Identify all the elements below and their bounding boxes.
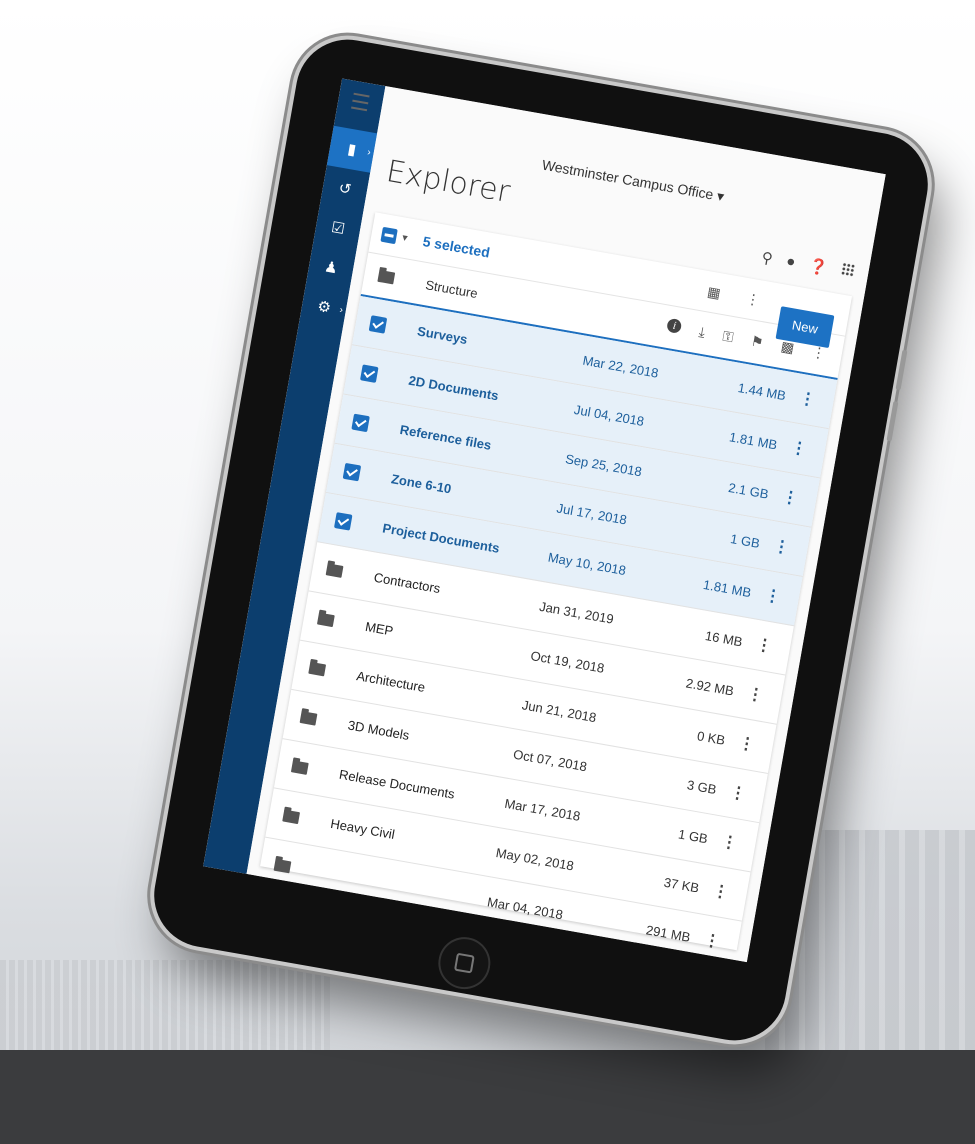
file-name[interactable]: Project Documents — [381, 520, 541, 563]
help-icon[interactable]: ❓ — [808, 257, 830, 277]
tag-icon[interactable]: ⚑ — [749, 333, 765, 352]
menu-icon[interactable] — [351, 92, 370, 112]
row-checkbox[interactable] — [342, 462, 362, 481]
background-floor — [0, 1050, 975, 1144]
row-checkbox[interactable] — [334, 511, 353, 531]
folder-icon — [299, 710, 318, 726]
clipboard-icon: ☑ — [329, 218, 347, 239]
folder-icon — [308, 661, 327, 676]
file-date: Jan 31, 2019 — [538, 598, 615, 627]
file-name[interactable]: Reference files — [399, 422, 559, 465]
file-size: 2.92 MB — [684, 675, 735, 699]
more-vert-icon[interactable]: ⋮ — [772, 537, 791, 557]
file-size: 1.81 MB — [728, 429, 779, 453]
file-name[interactable]: Surveys — [416, 323, 576, 366]
download-icon[interactable]: ⤓ — [697, 323, 707, 341]
file-size: 1 GB — [677, 826, 709, 847]
file-size: 2.1 GB — [727, 479, 770, 502]
file-date: Mar 22, 2018 — [581, 352, 660, 381]
folder-icon — [325, 562, 344, 578]
row-checkbox[interactable] — [351, 413, 370, 432]
file-date: Jul 04, 2018 — [572, 401, 646, 429]
app-screen: ▮ › ↺ ☑ ♟ ⚙ › Westminster Campus Office ▾ … — [203, 78, 886, 963]
file-rows: Surveys Mar 22, 2018 1.44 MB ⋮ 2D Documents J… — [256, 295, 838, 963]
file-size: 1.81 MB — [702, 576, 753, 601]
home-button[interactable] — [434, 933, 495, 994]
caret-down-icon: ▾ — [715, 187, 726, 205]
file-name[interactable]: MEP — [364, 619, 524, 662]
file-date: May 10, 2018 — [546, 549, 628, 579]
folder-icon — [273, 858, 292, 873]
file-date: Mar 17, 2018 — [503, 795, 582, 824]
info-icon[interactable]: i — [666, 317, 683, 335]
file-size: 0 KB — [695, 728, 727, 748]
file-date: Oct 19, 2018 — [529, 648, 606, 676]
view-icons: ▦ ⋮ — [706, 283, 761, 309]
folder-icon — [317, 612, 335, 627]
file-name[interactable]: Architecture — [355, 668, 515, 711]
file-date: Mar 04, 2018 — [486, 894, 565, 923]
more-vert-icon[interactable]: ⋮ — [781, 488, 800, 508]
more-vert-icon[interactable]: ⋮ — [763, 586, 782, 606]
caret-down-icon[interactable]: ▼ — [400, 232, 411, 243]
chevron-right-icon: › — [366, 146, 372, 158]
apps-grid-icon[interactable] — [840, 262, 856, 278]
file-name[interactable]: Contractors — [373, 570, 533, 613]
folder-icon: ▮ — [346, 140, 358, 159]
more-vert-icon[interactable]: ⋮ — [755, 636, 774, 656]
file-date: Jul 17, 2018 — [555, 500, 628, 528]
folder-icon — [377, 269, 396, 285]
chevron-right-icon: › — [338, 304, 344, 316]
file-date: May 02, 2018 — [494, 845, 575, 874]
folder-icon — [282, 809, 301, 824]
file-size: 1 GB — [729, 531, 762, 551]
file-date: Sep 25, 2018 — [564, 451, 644, 480]
file-list-card: ▼ 5 selected ▦ ⋮ New Structure i ⤓ ⚿ ⚑ ▩… — [256, 212, 853, 963]
file-name[interactable] — [322, 873, 480, 901]
user-icon[interactable]: ● — [785, 253, 797, 272]
sidebar-item-settings[interactable]: ⚙ › — [299, 283, 349, 330]
more-vert-icon[interactable]: ⋮ — [798, 389, 817, 409]
more-vert-icon[interactable]: ⋮ — [720, 833, 739, 853]
search-icon[interactable]: ⚲ — [760, 248, 774, 268]
file-size: 291 MB — [644, 922, 692, 945]
file-name[interactable]: 3D Models — [347, 717, 507, 760]
file-date: Oct 07, 2018 — [512, 746, 589, 775]
file-size: 1.44 MB — [736, 380, 788, 404]
more-vert-icon[interactable]: ⋮ — [729, 783, 748, 803]
file-date: Jun 21, 2018 — [520, 697, 598, 726]
current-folder-name: Structure — [424, 276, 479, 301]
file-size: 37 KB — [662, 874, 701, 896]
row-checkbox[interactable] — [360, 363, 379, 383]
volume-up-button — [895, 349, 908, 391]
more-vert-icon[interactable]: ⋮ — [789, 439, 808, 459]
folder-icon — [290, 759, 309, 775]
file-name[interactable]: Heavy Civil — [329, 816, 489, 859]
select-all-checkbox[interactable] — [380, 226, 398, 244]
file-name[interactable]: 2D Documents — [407, 373, 567, 416]
file-size: 16 MB — [704, 628, 744, 650]
volume-down-button — [886, 401, 899, 442]
selection-count: 5 selected — [421, 233, 492, 261]
more-vert-icon[interactable]: ⋮ — [737, 734, 756, 754]
people-icon: ♟ — [322, 258, 340, 278]
more-vert-icon[interactable]: ⋮ — [745, 290, 762, 309]
more-vert-icon[interactable]: ⋮ — [746, 685, 765, 705]
key-icon[interactable]: ⚿ — [721, 328, 734, 347]
more-vert-icon[interactable]: ⋮ — [703, 931, 722, 951]
background-skyline-left — [0, 960, 330, 1050]
grid-view-icon[interactable]: ▦ — [706, 283, 722, 302]
page-title: Explorer — [383, 153, 513, 211]
gear-icon: ⚙ — [316, 297, 333, 317]
file-name[interactable]: Zone 6-10 — [390, 471, 550, 514]
home-icon — [453, 952, 475, 974]
more-vert-icon[interactable]: ⋮ — [711, 882, 730, 902]
trash-icon[interactable]: ▩ — [780, 338, 796, 357]
row-checkbox[interactable] — [368, 314, 388, 334]
file-name[interactable]: Release Documents — [338, 767, 498, 810]
file-size: 3 GB — [685, 777, 718, 798]
top-icons: ⚲ ● ❓ — [760, 248, 856, 282]
more-vert-icon[interactable]: ⋮ — [810, 343, 828, 362]
history-icon: ↺ — [337, 179, 353, 199]
